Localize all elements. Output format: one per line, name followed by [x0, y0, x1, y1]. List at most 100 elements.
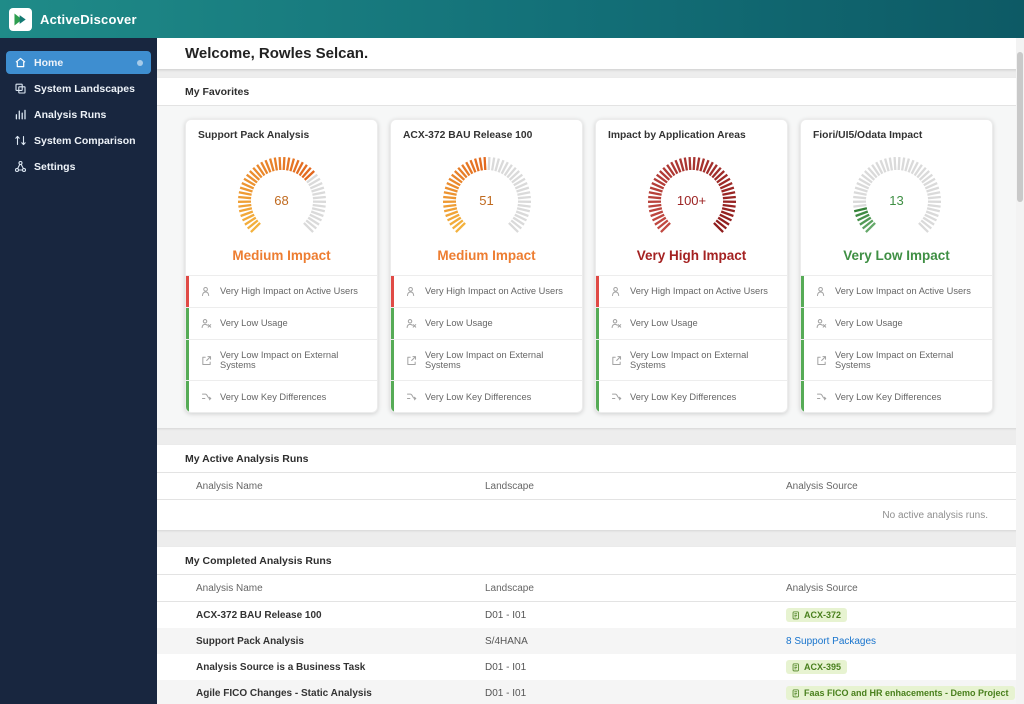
external-systems-icon	[201, 355, 212, 366]
analysis-source-badge[interactable]: ACX-372	[786, 608, 848, 623]
column-header-analysis-source: Analysis Source	[786, 582, 858, 594]
scrollbar[interactable]	[1016, 38, 1024, 704]
sidebar-item-system-comparison[interactable]: System Comparison	[6, 129, 151, 152]
column-header-landscape: Landscape	[485, 582, 534, 594]
completed-runs-table-body: ACX-372 BAU Release 100 D01 - I01 ACX-372 S…	[157, 602, 1024, 704]
impact-level-bar	[801, 381, 804, 413]
impact-detail-row[interactable]: Very Low Impact on External Systems	[596, 339, 787, 381]
analysis-source-badge[interactable]: ACX-395	[786, 660, 848, 675]
sidebar-item-settings[interactable]: Settings	[6, 155, 151, 178]
app-logo-icon[interactable]	[9, 7, 32, 31]
key-differences-icon	[406, 391, 417, 402]
impact-detail-row[interactable]: Very Low Usage	[801, 307, 992, 339]
impact-detail-text: Very Low Impact on Active Users	[835, 286, 971, 297]
impact-detail-text: Very High Impact on Active Users	[220, 286, 358, 297]
impact-detail-text: Very High Impact on Active Users	[425, 286, 563, 297]
app-title: ActiveDiscover	[40, 11, 137, 27]
sidebar-item-home[interactable]: Home	[6, 51, 151, 74]
impact-detail-row[interactable]: Very High Impact on Active Users	[596, 275, 787, 307]
gauge-value: 13	[889, 193, 904, 208]
favorite-card[interactable]: Fiori/UI5/Odata Impact 13 Very Low Impact V…	[800, 119, 993, 414]
system-landscapes-icon	[14, 82, 27, 95]
sidebar: Home System Landscapes Analysis Runs Sys…	[0, 38, 157, 704]
impact-detail-text: Very Low Key Differences	[630, 391, 737, 402]
favorite-card[interactable]: ACX-372 BAU Release 100 51 Medium Impact Ve…	[390, 119, 583, 414]
impact-detail-row[interactable]: Very Low Key Differences	[391, 380, 582, 413]
badge-label: Faas FICO and HR enhacements - Demo Proj…	[804, 688, 1009, 699]
impact-detail-row[interactable]: Very Low Key Differences	[186, 380, 377, 413]
scrollbar-thumb[interactable]	[1017, 52, 1023, 202]
key-differences-icon	[201, 391, 212, 402]
analysis-name-cell: Agile FICO Changes - Static Analysis	[196, 687, 372, 699]
analysis-source-badge[interactable]: Faas FICO and HR enhacements - Demo Proj…	[786, 686, 1015, 701]
impact-detail-text: Very Low Key Differences	[835, 391, 942, 402]
impact-level-bar	[391, 308, 394, 339]
gauge-value: 100+	[676, 193, 707, 208]
impact-detail-row[interactable]: Very High Impact on Active Users	[391, 275, 582, 307]
favorite-card[interactable]: Impact by Application Areas 100+ Very High…	[595, 119, 788, 414]
sidebar-item-label: System Comparison	[34, 134, 136, 147]
support-packages-link[interactable]: 8 Support Packages	[786, 636, 876, 647]
favorites-cards: Support Pack Analysis 68 Medium Impact Very…	[157, 106, 1024, 429]
impact-level-bar	[186, 381, 189, 413]
impact-detail-row[interactable]: Very Low Usage	[596, 307, 787, 339]
analysis-name-cell: Support Pack Analysis	[196, 635, 304, 647]
badge-label: ACX-372	[804, 610, 842, 621]
impact-detail-row[interactable]: Very Low Usage	[186, 307, 377, 339]
analysis-source-cell: ACX-372	[786, 608, 994, 623]
column-header-landscape: Landscape	[485, 480, 534, 492]
table-row[interactable]: ACX-372 BAU Release 100 D01 - I01 ACX-372	[157, 602, 1024, 628]
gauge: 68	[220, 149, 344, 247]
document-icon	[792, 611, 800, 620]
impact-detail-row[interactable]: Very Low Impact on Active Users	[801, 275, 992, 307]
usage-icon	[816, 318, 827, 329]
impact-label: Medium Impact	[437, 248, 536, 263]
impact-detail-text: Very Low Key Differences	[425, 391, 532, 402]
document-icon	[792, 689, 800, 698]
impact-detail-row[interactable]: Very Low Impact on External Systems	[801, 339, 992, 381]
landscape-cell: S/4HANA	[485, 635, 528, 647]
impact-label: Very Low Impact	[843, 248, 950, 263]
impact-level-bar	[391, 381, 394, 413]
impact-detail-row[interactable]: Very High Impact on Active Users	[186, 275, 377, 307]
impact-level-bar	[596, 381, 599, 413]
impact-detail-row[interactable]: Very Low Impact on External Systems	[186, 339, 377, 381]
impact-level-bar	[596, 308, 599, 339]
external-systems-icon	[816, 355, 827, 366]
impact-detail-row[interactable]: Very Low Impact on External Systems	[391, 339, 582, 381]
empty-state-row: No active analysis runs.	[157, 500, 1024, 530]
user-icon	[201, 286, 212, 297]
impact-detail-row[interactable]: Very Low Usage	[391, 307, 582, 339]
usage-icon	[611, 318, 622, 329]
card-title: Impact by Application Areas	[608, 130, 746, 141]
table-row[interactable]: Support Pack Analysis S/4HANA 8 Support Pa…	[157, 628, 1024, 655]
user-icon	[816, 286, 827, 297]
impact-detail-text: Very Low Key Differences	[220, 391, 327, 402]
card-title: Fiori/UI5/Odata Impact	[813, 130, 923, 141]
impact-detail-text: Very Low Impact on External Systems	[220, 350, 339, 371]
user-icon	[611, 286, 622, 297]
sidebar-item-system-landscapes[interactable]: System Landscapes	[6, 77, 151, 100]
impact-details: Very Low Impact on Active Users Very Low …	[801, 275, 992, 413]
section-title-favorites: My Favorites	[157, 78, 1024, 106]
analysis-source-cell: Faas FICO and HR enhacements - Demo Proj…	[786, 686, 1015, 701]
table-row[interactable]: Analysis Source is a Business Task D01 - …	[157, 654, 1024, 680]
impact-detail-row[interactable]: Very Low Key Differences	[596, 380, 787, 413]
landscape-cell: D01 - I01	[485, 661, 527, 673]
impact-level-bar	[391, 276, 394, 307]
gauge-value: 51	[479, 193, 494, 208]
sidebar-item-analysis-runs[interactable]: Analysis Runs	[6, 103, 151, 126]
gauge: 13	[835, 149, 959, 247]
table-row[interactable]: Agile FICO Changes - Static Analysis D01 …	[157, 680, 1024, 704]
impact-detail-text: Very Low Usage	[425, 318, 493, 329]
main-content: Welcome, Rowles Selcan. My Favorites Sup…	[157, 38, 1024, 704]
analysis-runs-icon	[14, 108, 27, 121]
impact-detail-text: Very Low Usage	[835, 318, 903, 329]
impact-details: Very High Impact on Active Users Very Low…	[186, 275, 377, 413]
impact-detail-row[interactable]: Very Low Key Differences	[801, 380, 992, 413]
impact-level-bar	[186, 276, 189, 307]
external-systems-icon	[611, 355, 622, 366]
favorite-card[interactable]: Support Pack Analysis 68 Medium Impact Very…	[185, 119, 378, 414]
landscape-cell: D01 - I01	[485, 609, 527, 621]
analysis-source-cell: 8 Support Packages	[786, 636, 994, 647]
